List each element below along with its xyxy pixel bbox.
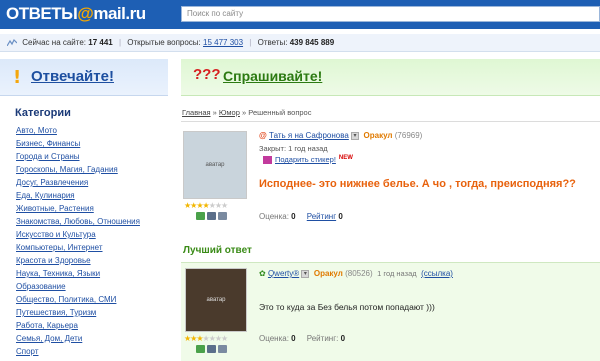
category-item[interactable]: Красота и Здоровье bbox=[16, 254, 140, 267]
answer-link[interactable]: Отвечайте! bbox=[31, 68, 114, 85]
breadcrumb: Главная » Юмор » Решенный вопрос bbox=[182, 108, 312, 117]
question-marks-icon: ??? bbox=[193, 66, 221, 83]
question-text: Исподнее- это нижнее белье. А чо , тогда… bbox=[259, 178, 576, 190]
category-item[interactable]: Спорт bbox=[16, 345, 140, 358]
question-author-avatar[interactable]: аватар bbox=[183, 131, 247, 199]
categories-list: Авто, Мото Бизнес, Финансы Города и Стра… bbox=[16, 124, 140, 358]
logo-text: ОТВЕТЫ bbox=[6, 4, 78, 23]
gift-sticker[interactable]: Подарить стикер! NEW bbox=[263, 155, 353, 165]
open-questions-label: Открытые вопросы: bbox=[127, 38, 201, 47]
question-meta: @ Тать я на Сафронова ▾ Оракул (76969) bbox=[259, 131, 422, 140]
answer-permalink[interactable]: (ссылка) bbox=[421, 269, 453, 278]
question-score: 0 bbox=[291, 212, 296, 221]
answers-value: 439 845 889 bbox=[289, 38, 335, 47]
category-item[interactable]: Наука, Техника, Языки bbox=[16, 267, 140, 280]
people-icon[interactable] bbox=[196, 345, 205, 353]
answer-author-icons bbox=[196, 345, 229, 355]
categories-title: Категории bbox=[15, 107, 71, 119]
gift-icon bbox=[263, 156, 272, 165]
online-value: 17 441 bbox=[88, 38, 113, 47]
best-answer-title: Лучший ответ bbox=[183, 245, 252, 256]
category-item[interactable]: Общество, Политика, СМИ bbox=[16, 293, 140, 306]
category-item[interactable]: Знакомства, Любовь, Отношения bbox=[16, 215, 140, 228]
site-logo[interactable]: ОТВЕТЫ@mail.ru bbox=[6, 4, 146, 24]
category-item[interactable]: Города и Страны bbox=[16, 150, 140, 163]
category-item[interactable]: Авто, Мото bbox=[16, 124, 140, 137]
breadcrumb-current: Решенный вопрос bbox=[248, 108, 312, 117]
answer-author-avatar[interactable]: аватар bbox=[185, 268, 247, 332]
question-closed-status: Закрыт: 1 год назад bbox=[259, 144, 328, 153]
video-icon[interactable] bbox=[218, 345, 227, 353]
search-input[interactable]: Поиск по сайту bbox=[181, 6, 600, 22]
category-item[interactable]: Досуг, Развлечения bbox=[16, 176, 140, 189]
answer-rating: Оценка: 0 Рейтинг: 0 bbox=[259, 334, 346, 343]
people-icon[interactable] bbox=[196, 212, 205, 220]
category-item[interactable]: Путешествия, Туризм bbox=[16, 306, 140, 319]
logo-domain: mail.ru bbox=[93, 4, 146, 23]
answer-text: Это то куда за Без белья потом попадают … bbox=[259, 302, 435, 312]
ask-banner: ??? Спрашивайте! bbox=[181, 59, 600, 96]
question-author-link[interactable]: Тать я на Сафронова bbox=[269, 131, 349, 140]
question-rating-value: 0 bbox=[338, 212, 343, 221]
breadcrumb-category[interactable]: Юмор bbox=[219, 108, 240, 117]
author-menu-icon[interactable]: ▾ bbox=[351, 131, 360, 140]
photo-icon[interactable] bbox=[207, 345, 216, 353]
category-item[interactable]: Гороскопы, Магия, Гадания bbox=[16, 163, 140, 176]
divider bbox=[181, 121, 600, 122]
answer-score: 0 bbox=[291, 334, 296, 343]
top-header: ОТВЕТЫ@mail.ru Поиск по сайту bbox=[0, 0, 600, 29]
new-badge: NEW bbox=[338, 155, 353, 161]
gift-sticker-link[interactable]: Подарить стикер! bbox=[275, 155, 336, 164]
category-item[interactable]: Компьютеры, Интернет bbox=[16, 241, 140, 254]
category-item[interactable]: Искусство и Культура bbox=[16, 228, 140, 241]
ask-link[interactable]: Спрашивайте! bbox=[223, 68, 322, 84]
category-item[interactable]: Животные, Растения bbox=[16, 202, 140, 215]
stats-bar: Сейчас на сайте: 17 441 | Открытые вопро… bbox=[0, 34, 600, 52]
category-item[interactable]: Бизнес, Финансы bbox=[16, 137, 140, 150]
exclamation-icon: ! bbox=[13, 67, 22, 88]
answer-author-points: (80526) bbox=[345, 269, 373, 278]
answer-time: 1 год назад bbox=[377, 269, 417, 278]
question-author-points: (76969) bbox=[394, 131, 423, 140]
answers-label: Ответы: bbox=[257, 38, 288, 47]
online-label: Сейчас на сайте: bbox=[22, 38, 87, 47]
mail-agent-icon[interactable]: @ bbox=[259, 131, 267, 140]
question-rating-link[interactable]: Рейтинг bbox=[307, 212, 336, 221]
video-icon[interactable] bbox=[218, 212, 227, 220]
answer-banner: ! Отвечайте! bbox=[0, 59, 168, 96]
category-item[interactable]: Семья, Дом, Дети bbox=[16, 332, 140, 345]
category-item[interactable]: Образование bbox=[16, 280, 140, 293]
stats-chart-icon bbox=[7, 39, 17, 47]
answer-author-stars: ★★★★★★★ bbox=[184, 334, 228, 343]
category-item[interactable]: Работа, Карьера bbox=[16, 319, 140, 332]
open-questions-link[interactable]: 15 477 303 bbox=[203, 38, 243, 47]
answer-meta: ✿ Qwerty® ▾ Оракул (80526) 1 год назад (… bbox=[259, 269, 453, 278]
answer-author-link[interactable]: Qwerty® bbox=[268, 269, 299, 278]
category-item[interactable]: Еда, Кулинария bbox=[16, 189, 140, 202]
photo-icon[interactable] bbox=[207, 212, 216, 220]
question-author-rank: Оракул bbox=[363, 131, 393, 140]
answer-author-rank: Оракул bbox=[313, 269, 343, 278]
answer-rating-value: 0 bbox=[340, 334, 346, 343]
author-menu-icon[interactable]: ▾ bbox=[301, 269, 310, 278]
question-author-stars: ★★★★★★★ bbox=[184, 201, 228, 210]
question-author-icons bbox=[196, 212, 229, 222]
logo-at: @ bbox=[77, 4, 94, 23]
breadcrumb-home[interactable]: Главная bbox=[182, 108, 211, 117]
icq-icon[interactable]: ✿ bbox=[259, 269, 266, 278]
question-rating: Оценка: 0 Рейтинг 0 bbox=[259, 212, 343, 221]
